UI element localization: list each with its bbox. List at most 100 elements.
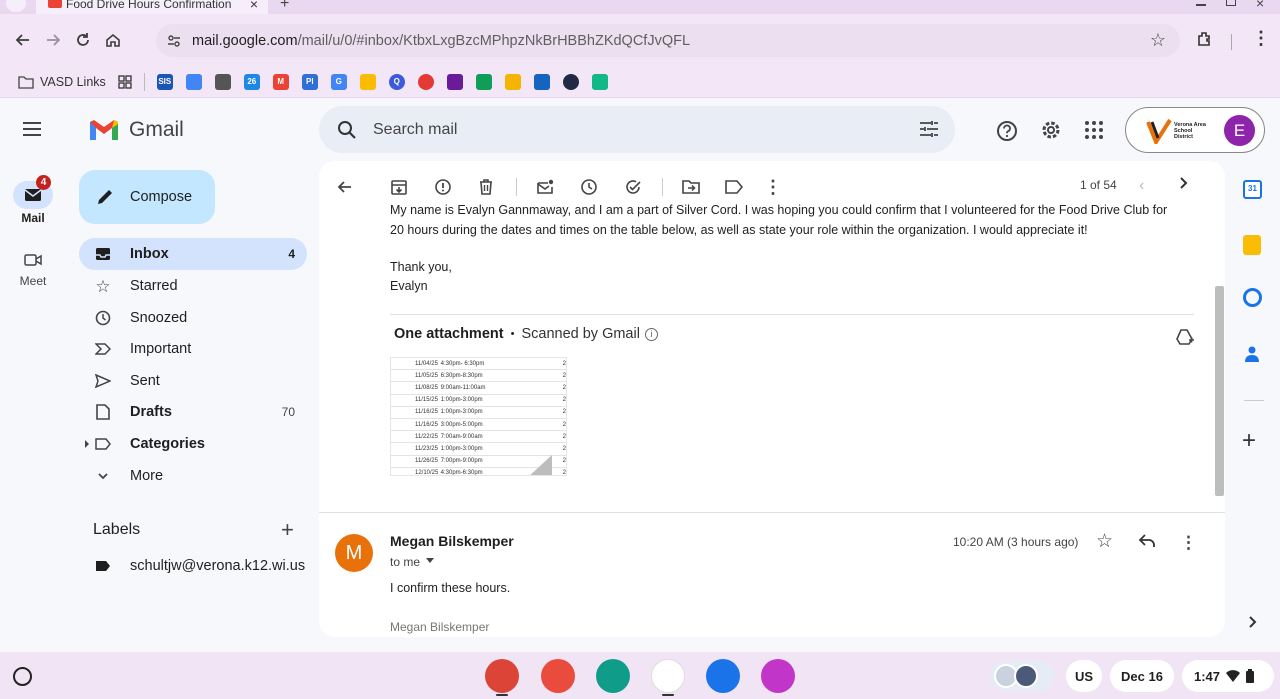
recipient-details-icon[interactable] (426, 558, 434, 563)
get-addons-icon[interactable]: + (1242, 427, 1256, 455)
close-window-icon[interactable]: × (1256, 0, 1264, 11)
show-side-panel-icon[interactable] (1248, 615, 1258, 629)
info-icon[interactable]: i (644, 327, 658, 341)
search-icon[interactable] (337, 120, 357, 140)
expand-arrow-icon[interactable] (85, 440, 89, 448)
bookmark-slides-icon[interactable] (504, 73, 521, 90)
add-task-icon[interactable] (621, 175, 645, 199)
delete-icon[interactable] (474, 175, 498, 199)
save-to-drive-icon[interactable] (1175, 328, 1195, 346)
contacts-icon[interactable] (1245, 346, 1259, 362)
bookmark-star-icon[interactable]: ☆ (1150, 30, 1166, 51)
account-avatar[interactable]: E (1224, 115, 1255, 146)
bookmark-folder-vasd-links[interactable]: VASD Links (40, 75, 106, 89)
nav-item-starred[interactable]: ☆ Starred (79, 270, 307, 302)
bookmark-dots-icon[interactable] (446, 73, 463, 90)
back-icon[interactable] (8, 25, 38, 55)
search-input[interactable]: Search mail (373, 121, 457, 139)
meet-icon[interactable] (24, 253, 42, 267)
bookmark-google-icon[interactable]: G (330, 73, 347, 90)
label-icon[interactable] (722, 175, 746, 199)
site-info-icon[interactable] (166, 33, 182, 49)
nav-item-important[interactable]: Important (79, 333, 307, 365)
sender-avatar[interactable]: M (335, 534, 373, 572)
date-button[interactable]: Dec 16 (1110, 660, 1174, 692)
bookmark-blue-icon[interactable] (533, 73, 550, 90)
star-icon[interactable]: ☆ (1096, 530, 1113, 553)
newer-icon[interactable]: ‹ (1139, 177, 1144, 195)
nav-item-categories[interactable]: Categories (79, 428, 307, 460)
keep-icon[interactable] (1243, 235, 1261, 255)
back-to-inbox-icon[interactable] (333, 175, 357, 199)
apps-grid-icon[interactable] (118, 74, 132, 89)
nav-item-more[interactable]: More (79, 460, 307, 492)
tab-search-button[interactable] (6, 0, 26, 12)
home-icon[interactable] (98, 25, 128, 55)
search-options-icon[interactable] (919, 120, 939, 138)
bookmark-pl-icon[interactable]: Pl (301, 73, 318, 90)
rail-meet-label[interactable]: Meet (0, 274, 66, 288)
bookmark-dark-icon[interactable] (562, 73, 579, 90)
browser-tab[interactable]: Food Drive Hours Confirmation × (36, 0, 268, 14)
main-menu-icon[interactable] (22, 121, 42, 137)
address-bar[interactable]: mail.google.com/mail/u/0/#inbox/KtbxLxgB… (156, 24, 1180, 57)
older-icon[interactable] (1177, 175, 1191, 191)
bookmark-ring-icon[interactable] (417, 73, 434, 90)
bookmark-shield-icon[interactable] (214, 73, 231, 90)
google-apps-icon[interactable] (1084, 120, 1104, 140)
message-more-icon[interactable]: ⋮ (1180, 533, 1197, 553)
mark-unread-icon[interactable] (533, 175, 557, 199)
tab-close-icon[interactable]: × (250, 0, 258, 12)
launcher-icon[interactable] (13, 667, 32, 686)
maximize-icon[interactable] (1226, 0, 1236, 6)
compose-button[interactable]: Compose (79, 170, 215, 224)
files-app-icon[interactable] (706, 659, 740, 693)
bookmark-sis-icon[interactable]: SIS (156, 73, 173, 90)
help-icon[interactable] (996, 120, 1018, 142)
palette-app-icon[interactable] (541, 659, 575, 693)
search-bar[interactable]: Search mail (319, 106, 955, 153)
bookmark-teal-icon[interactable] (591, 73, 608, 90)
canvas-app-icon[interactable] (761, 659, 795, 693)
forward-icon[interactable] (38, 25, 68, 55)
bookmark-docs-icon[interactable] (185, 73, 202, 90)
scrollbar-thumb[interactable] (1215, 286, 1224, 496)
new-tab-button[interactable]: + (280, 0, 289, 13)
bookmark-calendar-icon[interactable]: 26 (243, 73, 260, 90)
report-spam-icon[interactable] (431, 175, 455, 199)
settings-gear-icon[interactable] (1040, 119, 1062, 141)
nav-item-snoozed[interactable]: Snoozed (79, 302, 307, 334)
nav-item-inbox[interactable]: Inbox 4 (79, 238, 307, 270)
rail-mail-button[interactable]: 4 (13, 175, 53, 209)
extensions-icon[interactable] (1196, 30, 1214, 48)
browser-menu-icon[interactable]: ⋮ (1252, 28, 1270, 49)
account-switcher[interactable]: Verona Area School District E (1125, 107, 1265, 153)
snooze-icon[interactable] (577, 175, 601, 199)
attachment-cell-date: 11/16/25 (415, 409, 438, 416)
keyboard-layout-button[interactable]: US (1066, 660, 1102, 692)
chrome-app-icon[interactable] (485, 659, 519, 693)
more-options-icon[interactable]: ⋮ (761, 175, 785, 199)
archive-icon[interactable] (387, 175, 411, 199)
classroom-app-icon[interactable] (596, 659, 630, 693)
holding-space-thumbnail[interactable] (990, 661, 1054, 691)
add-label-button[interactable]: + (281, 517, 294, 543)
reload-icon[interactable] (68, 25, 98, 55)
minimize-icon[interactable] (1196, 4, 1206, 6)
bookmark-gmail-icon[interactable]: M (272, 73, 289, 90)
attachment-thumbnail[interactable]: 11/04/25 4:30pm- 6:30pm 2 11/05/25 6:30pm-8:… (390, 357, 567, 476)
move-to-icon[interactable] (679, 175, 703, 199)
bookmark-green-icon[interactable] (475, 73, 492, 90)
status-tray[interactable]: 1:47 (1182, 660, 1274, 692)
nav-item-drafts[interactable]: Drafts 70 (79, 396, 307, 428)
calendar-icon[interactable]: 31 (1243, 180, 1262, 199)
label-item[interactable]: schultjw@verona.k12.wi.us (79, 550, 307, 582)
reply-icon[interactable] (1138, 534, 1156, 548)
bookmark-drive-icon[interactable] (359, 73, 376, 90)
bookmark-q-icon[interactable]: Q (388, 73, 405, 90)
nav-item-sent[interactable]: Sent (79, 365, 307, 397)
sender-name[interactable]: Megan Bilskemper (390, 533, 514, 549)
tasks-icon[interactable] (1243, 288, 1262, 307)
gmail-logo[interactable]: Gmail (88, 118, 184, 142)
play-store-app-icon[interactable] (651, 659, 685, 693)
